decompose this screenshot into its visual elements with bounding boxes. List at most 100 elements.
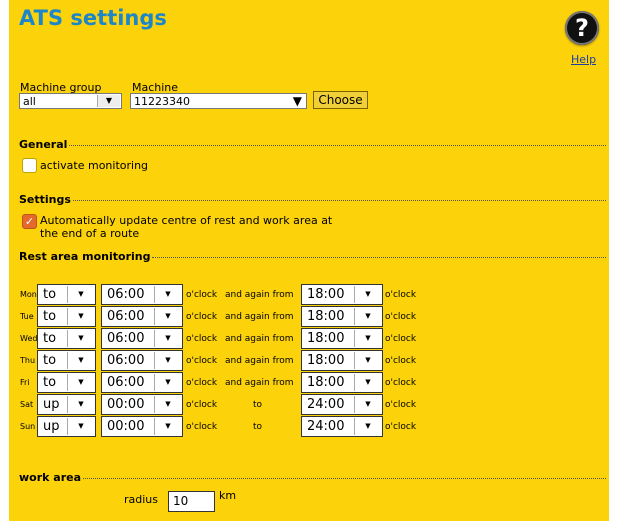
general-section-header: General	[19, 137, 606, 151]
chevron-down-icon[interactable]: ▼	[154, 374, 181, 391]
auto-update-label-line1: Automatically update centre of rest and …	[40, 214, 333, 227]
start-time-select-value: 06:00	[107, 375, 145, 390]
activate-monitoring-checkbox[interactable]	[22, 158, 37, 173]
work-area-section-header: work area	[19, 470, 606, 484]
chevron-down-icon[interactable]: ▼	[154, 330, 181, 347]
oclock-label: o'clock	[186, 422, 218, 432]
chevron-down-icon[interactable]: ▼	[154, 396, 181, 413]
chevron-down-icon[interactable]: ▼	[67, 396, 94, 413]
mode-select[interactable]: to ▼	[37, 284, 96, 305]
end-time-select-value: 24:00	[307, 397, 345, 412]
mode-select[interactable]: to ▼	[37, 306, 96, 327]
mode-select[interactable]: to ▼	[37, 350, 96, 371]
between-label: and again from	[225, 312, 294, 322]
choose-button[interactable]: Choose	[313, 91, 368, 109]
mode-select-value: to	[43, 309, 57, 324]
mode-select[interactable]: to ▼	[37, 372, 96, 393]
between-label: to	[253, 422, 263, 432]
start-time-select-value: 06:00	[107, 309, 145, 324]
chevron-down-icon[interactable]: ▼	[67, 352, 94, 369]
chevron-down-icon[interactable]: ▼	[354, 330, 381, 347]
day-label: Fri	[20, 378, 30, 387]
oclock-label: o'clock	[385, 290, 417, 300]
mode-select-value: to	[43, 353, 57, 368]
between-label: and again from	[225, 356, 294, 366]
rest-area-section-header: Rest area monitoring	[19, 249, 606, 263]
end-time-select[interactable]: 24:00 ▼	[301, 416, 383, 437]
day-label: Wed	[20, 334, 38, 343]
radius-input[interactable]: 10	[168, 491, 215, 512]
chevron-down-icon[interactable]: ▼	[354, 396, 381, 413]
start-time-select[interactable]: 06:00 ▼	[101, 372, 183, 393]
start-time-select-value: 00:00	[107, 419, 145, 434]
auto-update-checkbox[interactable]: ✓	[22, 214, 37, 229]
day-label: Sat	[20, 400, 34, 409]
start-time-select[interactable]: 06:00 ▼	[101, 328, 183, 349]
oclock-label: o'clock	[186, 356, 218, 366]
general-section-title: General	[19, 137, 68, 151]
chevron-down-icon[interactable]: ▼	[293, 94, 302, 108]
chevron-down-icon[interactable]: ▼	[154, 418, 181, 435]
mode-select[interactable]: up ▼	[37, 416, 96, 437]
chevron-down-icon[interactable]: ▼	[354, 374, 381, 391]
end-time-select[interactable]: 18:00 ▼	[301, 284, 383, 305]
start-time-select[interactable]: 06:00 ▼	[101, 284, 183, 305]
oclock-label: o'clock	[385, 356, 417, 366]
chevron-down-icon[interactable]: ▼	[67, 330, 94, 347]
start-time-select-value: 00:00	[107, 397, 145, 412]
help-link[interactable]: Help	[571, 53, 596, 66]
start-time-select[interactable]: 00:00 ▼	[101, 416, 183, 437]
chevron-down-icon[interactable]: ▼	[154, 308, 181, 325]
end-time-select[interactable]: 18:00 ▼	[301, 372, 383, 393]
start-time-select[interactable]: 06:00 ▼	[101, 350, 183, 371]
question-mark-icon[interactable]: ?	[565, 11, 599, 45]
end-time-select-value: 18:00	[307, 375, 345, 390]
chevron-down-icon[interactable]: ▼	[67, 418, 94, 435]
machine-group-select[interactable]: all ▼	[19, 93, 122, 109]
chevron-down-icon[interactable]: ▼	[354, 286, 381, 303]
machine-select[interactable]: 11223340 ▼	[130, 93, 307, 109]
chevron-down-icon[interactable]: ▼	[67, 286, 94, 303]
start-time-select[interactable]: 06:00 ▼	[101, 306, 183, 327]
chevron-down-icon[interactable]: ▼	[354, 308, 381, 325]
day-label: Thu	[20, 356, 36, 365]
end-time-select[interactable]: 18:00 ▼	[301, 306, 383, 327]
oclock-label: o'clock	[385, 378, 417, 388]
chevron-down-icon[interactable]: ▼	[97, 95, 120, 107]
between-label: to	[253, 400, 263, 410]
end-time-select-value: 18:00	[307, 353, 345, 368]
day-label: Tue	[20, 312, 34, 321]
oclock-label: o'clock	[186, 290, 218, 300]
radius-unit: km	[219, 489, 237, 502]
mode-select-value: to	[43, 287, 57, 302]
section-divider	[69, 144, 606, 146]
end-time-select[interactable]: 18:00 ▼	[301, 328, 383, 349]
chevron-down-icon[interactable]: ▼	[154, 352, 181, 369]
end-time-select[interactable]: 24:00 ▼	[301, 394, 383, 415]
chevron-down-icon[interactable]: ▼	[354, 418, 381, 435]
start-time-select[interactable]: 00:00 ▼	[101, 394, 183, 415]
oclock-label: o'clock	[385, 312, 417, 322]
oclock-label: o'clock	[186, 312, 218, 322]
oclock-label: o'clock	[385, 334, 417, 344]
oclock-label: o'clock	[186, 334, 218, 344]
mode-select-value: up	[43, 397, 60, 412]
mode-select[interactable]: up ▼	[37, 394, 96, 415]
machine-group-value: all	[23, 95, 36, 108]
section-divider	[72, 199, 606, 201]
day-label: Sun	[20, 422, 36, 431]
end-time-select[interactable]: 18:00 ▼	[301, 350, 383, 371]
chevron-down-icon[interactable]: ▼	[154, 286, 181, 303]
between-label: and again from	[225, 334, 294, 344]
chevron-down-icon[interactable]: ▼	[354, 352, 381, 369]
oclock-label: o'clock	[186, 378, 218, 388]
mode-select[interactable]: to ▼	[37, 328, 96, 349]
rest-area-section-title: Rest area monitoring	[19, 249, 151, 263]
oclock-label: o'clock	[186, 400, 218, 410]
radius-label: radius	[124, 493, 159, 506]
chevron-down-icon[interactable]: ▼	[67, 374, 94, 391]
chevron-down-icon[interactable]: ▼	[67, 308, 94, 325]
checkmark-icon: ✓	[24, 215, 35, 228]
section-divider	[152, 256, 606, 258]
section-divider	[83, 477, 606, 479]
